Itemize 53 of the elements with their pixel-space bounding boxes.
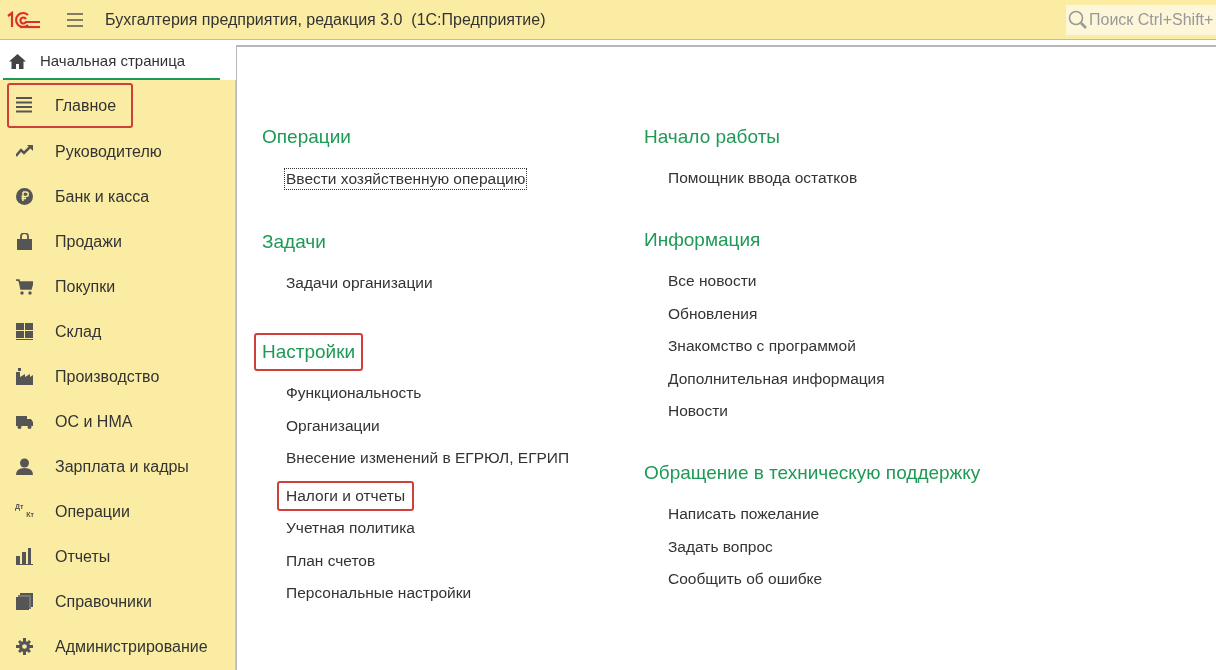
factory-icon — [16, 368, 33, 385]
section-heading: Информация — [644, 228, 761, 252]
sidebar-item[interactable]: Отчеты — [0, 534, 235, 579]
menu-icon[interactable] — [67, 12, 83, 27]
cart-icon — [16, 278, 33, 295]
sidebar-item[interactable]: Администрирование — [0, 624, 235, 669]
sidebar-item[interactable]: Справочники — [0, 579, 235, 624]
link[interactable]: Знакомство с программой — [668, 336, 856, 356]
sidebar-item[interactable]: Главное — [7, 83, 133, 128]
sidebar-item[interactable]: Покупки — [0, 264, 235, 309]
section-heading: Операции — [262, 125, 351, 149]
section-heading: Настройки — [254, 333, 364, 371]
menu-icon — [16, 97, 33, 114]
link[interactable]: Дополнительная информация — [668, 368, 885, 389]
link[interactable]: Все новости — [668, 271, 757, 291]
person-icon — [16, 458, 33, 475]
shopping-bag-icon — [16, 233, 33, 250]
ruble-coin-icon — [16, 188, 33, 205]
section-heading: Обращение в техническую поддержку — [644, 461, 981, 485]
link[interactable]: Сообщить об ошибке — [668, 569, 823, 589]
sidebar-item[interactable]: Склад — [0, 309, 235, 354]
search-field[interactable]: Поиск Ctrl+Shift+ — [1066, 4, 1216, 35]
link[interactable]: Налоги и отчеты — [277, 480, 415, 511]
sidebar-item[interactable]: Банк и касса — [0, 174, 235, 219]
link[interactable]: Задачи организации — [286, 273, 433, 293]
sidebar-item[interactable]: Зарплата и кадры — [0, 444, 235, 489]
link[interactable]: Организации — [286, 415, 380, 436]
gear-icon — [16, 638, 33, 655]
link[interactable]: Учетная политика — [286, 518, 415, 538]
truck-icon — [16, 413, 33, 430]
sidebar-item[interactable]: Руководителю — [0, 129, 235, 174]
link[interactable]: Обновления — [668, 303, 758, 324]
sidebar-item[interactable]: Производство — [0, 354, 235, 399]
link[interactable]: Помощник ввода остатков — [668, 168, 858, 188]
section-heading: Задачи — [262, 230, 326, 254]
link[interactable]: Задать вопрос — [668, 536, 773, 557]
logo-icon — [6, 10, 42, 29]
grid-icon — [16, 323, 33, 340]
link[interactable]: Внесение изменений в ЕГРЮЛ, ЕГРИП — [286, 448, 570, 468]
window-title: Бухгалтерия предприятия, редакция 3.0 (1С:Предприятие) — [105, 9, 546, 30]
books-icon — [16, 593, 33, 610]
link[interactable]: Ввести хозяйственную операцию — [284, 168, 528, 190]
home-icon — [9, 54, 26, 69]
section-heading: Начало работы — [644, 125, 780, 149]
link[interactable]: Персональные настройки — [286, 583, 472, 603]
sidebar-item[interactable]: Продажи — [0, 219, 235, 264]
search-icon — [1068, 9, 1088, 30]
bar-chart-icon — [16, 548, 33, 565]
sidebar-item[interactable]: ОС и НМА — [0, 399, 235, 444]
link[interactable]: Функциональность — [286, 383, 422, 403]
link[interactable]: Новости — [668, 401, 728, 421]
link[interactable]: План счетов — [286, 550, 376, 571]
link[interactable]: Написать пожелание — [668, 504, 820, 524]
